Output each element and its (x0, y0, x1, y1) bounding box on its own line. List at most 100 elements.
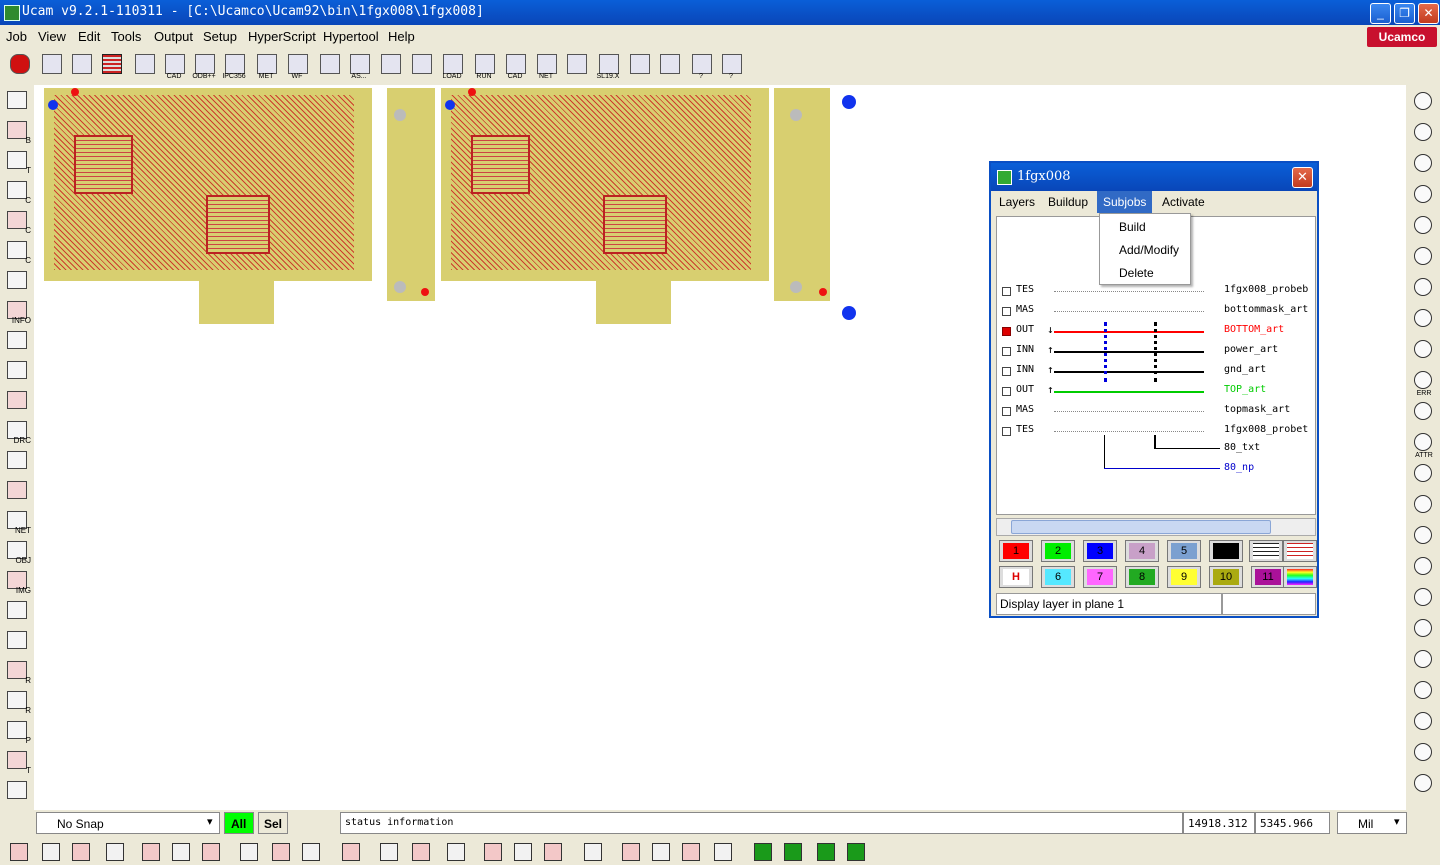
bottom-tool-button[interactable] (650, 841, 672, 863)
bottom-tool-button[interactable] (712, 841, 734, 863)
bottom-tool-button[interactable] (140, 841, 162, 863)
left-tool-button[interactable]: NET (5, 509, 31, 535)
plane-color-button[interactable]: 6 (1041, 566, 1075, 588)
scrollbar-thumb[interactable] (1011, 520, 1271, 534)
bottom-tool-button[interactable] (340, 841, 362, 863)
left-tool-button[interactable] (5, 359, 29, 383)
bottom-tool-button[interactable] (270, 841, 292, 863)
horizontal-scrollbar[interactable] (996, 518, 1316, 536)
menu-hyperscript[interactable]: HyperScript (248, 29, 316, 44)
left-tool-button[interactable]: T (5, 749, 31, 775)
toolbar-button[interactable] (6, 54, 32, 82)
right-tool-button[interactable] (1411, 647, 1435, 671)
menu-item-delete[interactable]: Delete (1119, 266, 1154, 280)
layer-checkbox[interactable] (1002, 347, 1011, 356)
layer-row[interactable]: TES 1fgx008_probeb (997, 282, 1315, 302)
plane-color-button[interactable]: 3 (1083, 540, 1117, 562)
snap-select[interactable]: No Snap ▾ (36, 812, 220, 834)
toolbar-button[interactable] (38, 54, 64, 82)
bottom-tool-button[interactable] (582, 841, 604, 863)
layer-checkbox[interactable] (1002, 407, 1011, 416)
layer-checkbox[interactable] (1002, 387, 1011, 396)
bottom-tool-button[interactable] (782, 841, 804, 863)
bottom-tool-button[interactable] (300, 841, 322, 863)
bottom-tool-button[interactable] (680, 841, 702, 863)
plane-color-button[interactable] (1209, 540, 1243, 562)
right-tool-button[interactable] (1411, 616, 1435, 640)
left-tool-button[interactable]: OBJ (5, 539, 31, 565)
toolbar-button[interactable]: LOAD (439, 54, 465, 82)
right-tool-button[interactable] (1411, 554, 1435, 578)
right-tool-button[interactable]: ERR (1411, 368, 1435, 397)
right-tool-button[interactable] (1411, 182, 1435, 206)
right-tool-button[interactable] (1411, 213, 1435, 237)
right-tool-button[interactable]: ATTR (1411, 430, 1435, 459)
right-tool-button[interactable] (1411, 89, 1435, 113)
toolbar-button[interactable]: AS... (346, 54, 372, 82)
toolbar-button[interactable] (377, 54, 403, 82)
layer-row[interactable]: TES 1fgx008_probet (997, 422, 1315, 442)
bottom-tool-button[interactable] (620, 841, 642, 863)
all-button[interactable]: All (224, 812, 254, 834)
toolbar-button[interactable] (316, 54, 342, 82)
bottom-tool-button[interactable] (815, 841, 837, 863)
bottom-tool-button[interactable] (482, 841, 504, 863)
toolbar-button[interactable]: SL19.X (595, 54, 621, 82)
toolbar-button[interactable] (626, 54, 652, 82)
right-tool-button[interactable] (1411, 740, 1435, 764)
toolbar-button[interactable]: WF (284, 54, 310, 82)
plane-color-button[interactable]: 1 (999, 540, 1033, 562)
left-tool-button[interactable] (5, 389, 29, 413)
right-tool-button[interactable] (1411, 461, 1435, 485)
right-tool-button[interactable] (1411, 399, 1435, 423)
left-tool-button[interactable] (5, 629, 29, 653)
left-tool-button[interactable]: C (5, 179, 31, 205)
toolbar-button[interactable]: ODB++ (191, 54, 217, 82)
left-tool-button[interactable]: C (5, 239, 31, 265)
layer-checkbox[interactable] (1002, 327, 1011, 336)
layer-checkbox[interactable] (1002, 427, 1011, 436)
left-tool-button[interactable]: T (5, 149, 31, 175)
plane-color-button[interactable]: 10 (1209, 566, 1243, 588)
toolbar-button[interactable]: IPC356 (221, 54, 247, 82)
plane-color-button[interactable]: 2 (1041, 540, 1075, 562)
bottom-tool-button[interactable] (410, 841, 432, 863)
layer-row[interactable]: MAS topmask_art (997, 402, 1315, 422)
bottom-tool-button[interactable] (752, 841, 774, 863)
right-tool-button[interactable] (1411, 275, 1435, 299)
bottom-tool-button[interactable] (104, 841, 126, 863)
bottom-tool-button[interactable] (378, 841, 400, 863)
sel-button[interactable]: Sel (258, 812, 288, 834)
toolbar-button[interactable] (68, 54, 94, 82)
plane-color-button[interactable]: 7 (1083, 566, 1117, 588)
restore-button[interactable]: ❐ (1394, 3, 1415, 24)
menu-view[interactable]: View (38, 29, 66, 44)
menu-setup[interactable]: Setup (203, 29, 237, 44)
menu-help[interactable]: Help (388, 29, 415, 44)
right-tool-button[interactable] (1411, 120, 1435, 144)
dialog-menu-buildup[interactable]: Buildup (1044, 194, 1092, 210)
menu-edit[interactable]: Edit (78, 29, 100, 44)
left-tool-button[interactable] (5, 779, 29, 803)
plane-color-button[interactable]: 11 (1251, 566, 1285, 588)
highlight-button[interactable]: H (999, 566, 1033, 588)
toolbar-button[interactable]: ? (718, 54, 744, 82)
left-tool-button[interactable]: INFO (5, 299, 31, 325)
layer-row[interactable]: OUT ↑ TOP_art (997, 382, 1315, 402)
right-tool-button[interactable] (1411, 523, 1435, 547)
dialog-title-bar[interactable]: 1fgx008 ✕ (991, 163, 1317, 191)
left-tool-button[interactable]: IMG (5, 569, 31, 595)
layer-checkbox[interactable] (1002, 367, 1011, 376)
right-tool-button[interactable] (1411, 337, 1435, 361)
units-select[interactable]: Mil ▾ (1337, 812, 1407, 834)
menu-hypertool[interactable]: Hypertool (323, 29, 379, 44)
bottom-tool-button[interactable] (8, 841, 30, 863)
left-tool-button[interactable]: P (5, 719, 31, 745)
left-tool-button[interactable] (5, 599, 29, 623)
layer-row[interactable]: MAS bottommask_art (997, 302, 1315, 322)
right-tool-button[interactable] (1411, 492, 1435, 516)
menu-item-build[interactable]: Build (1119, 220, 1146, 234)
bottom-tool-button[interactable] (512, 841, 534, 863)
left-tool-button[interactable]: DRC (5, 419, 31, 445)
left-tool-button[interactable] (5, 89, 29, 113)
